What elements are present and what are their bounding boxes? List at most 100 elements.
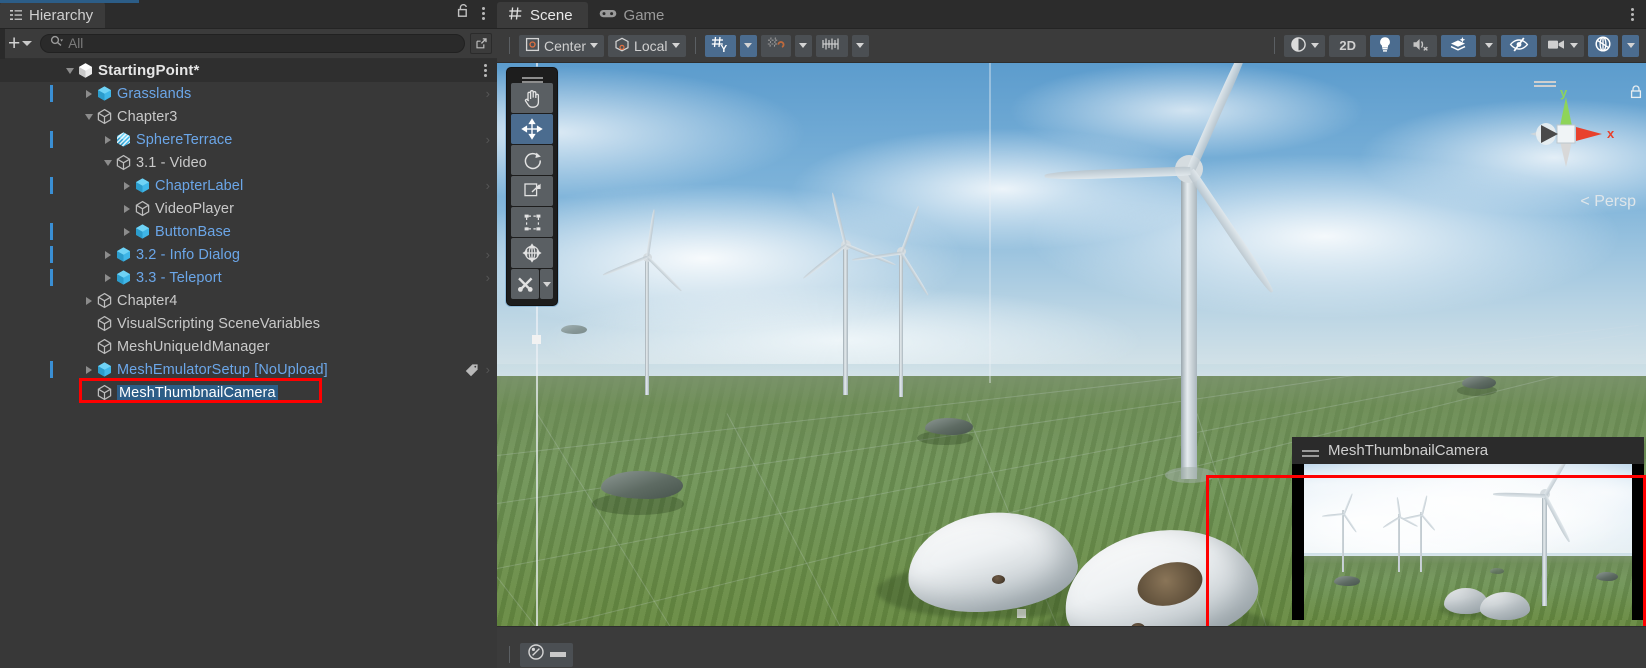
scene-tool-button[interactable] <box>520 642 573 667</box>
hierarchy-row-label: MeshEmulatorSetup [NoUpload] <box>117 361 328 378</box>
drag-grip-icon[interactable] <box>511 72 553 83</box>
preview-turbine-main <box>1492 464 1590 608</box>
shading-mode-button[interactable] <box>1284 34 1326 57</box>
prefab-indicator-bar <box>50 131 53 148</box>
camera-preview-title: MeshThumbnailCamera <box>1328 442 1489 459</box>
hierarchy-row[interactable]: MeshEmulatorSetup [NoUpload] › <box>0 358 497 381</box>
scene-gizmos-button[interactable] <box>1588 34 1618 57</box>
tag-icon[interactable] <box>465 363 479 377</box>
hierarchy-row-label: 3.3 - Teleport <box>136 269 222 286</box>
custom-tools[interactable] <box>511 269 540 299</box>
twisty-toggle[interactable] <box>81 105 96 128</box>
rotation-mode-button[interactable]: Local <box>608 34 686 57</box>
twisty-toggle[interactable] <box>119 197 134 220</box>
rotate-tool[interactable] <box>511 145 553 175</box>
twisty-toggle[interactable] <box>81 289 96 312</box>
tab-game[interactable]: Game <box>588 2 680 28</box>
twisty-toggle[interactable] <box>119 174 134 197</box>
twisty-toggle[interactable] <box>62 59 77 82</box>
transform-tool[interactable] <box>511 238 553 268</box>
hierarchy-row[interactable]: 3.2 - Info Dialog › <box>0 243 497 266</box>
hierarchy-row[interactable]: MeshUniqueIdManager <box>0 335 497 358</box>
hierarchy-row[interactable]: 3.3 - Teleport › <box>0 266 497 289</box>
twisty-toggle[interactable] <box>81 82 96 105</box>
hierarchy-row[interactable]: Chapter4 <box>0 289 497 312</box>
twisty-toggle[interactable] <box>81 358 96 381</box>
kebab-menu-icon[interactable] <box>481 62 490 79</box>
hierarchy-row[interactable]: Grasslands › <box>0 82 497 105</box>
chevron-right-icon[interactable]: › <box>486 248 490 261</box>
hierarchy-row-actions: › <box>486 248 497 261</box>
twisty-toggle[interactable] <box>119 220 134 243</box>
twisty-toggle[interactable] <box>100 128 115 151</box>
grid-axis-dropdown[interactable] <box>739 34 757 57</box>
snap-increment-button[interactable] <box>815 34 848 57</box>
grid-snap-dropdown[interactable] <box>794 34 812 57</box>
scene-audio-toggle[interactable] <box>1404 34 1437 57</box>
drag-grip-icon[interactable] <box>1302 449 1319 452</box>
toolbar-divider <box>1274 37 1276 54</box>
scene-viewport[interactable]: y x < Persp MeshThumbnailCamera <box>497 63 1646 626</box>
view-2d-toggle[interactable]: 2D <box>1329 34 1366 57</box>
scene-fx-dropdown[interactable] <box>1480 34 1497 57</box>
gizmo-handle-left[interactable] <box>532 335 541 344</box>
twisty-toggle[interactable] <box>100 151 115 174</box>
grid-snap-button[interactable] <box>760 34 791 57</box>
camera-preview-image <box>1304 464 1632 620</box>
lock-open-icon[interactable] <box>457 3 470 23</box>
hierarchy-row[interactable]: SphereTerrace › <box>0 128 497 151</box>
custom-tools-dropdown[interactable] <box>540 269 553 299</box>
preview-rock-2 <box>1596 572 1618 581</box>
hierarchy-row[interactable]: 3.1 - Video <box>0 151 497 174</box>
chevron-right-icon[interactable]: › <box>486 87 490 100</box>
scene-tool-dropdown[interactable] <box>550 652 566 657</box>
scene-lighting-toggle[interactable] <box>1370 34 1400 57</box>
rock-2 <box>925 418 973 435</box>
chevron-right-icon[interactable]: › <box>486 271 490 284</box>
scene-orientation-gizmo[interactable]: y x <box>1510 75 1622 187</box>
chevron-right-icon[interactable]: › <box>486 133 490 146</box>
chevron-right-icon[interactable]: › <box>486 363 490 376</box>
twisty-toggle[interactable] <box>100 243 115 266</box>
pivot-mode-button[interactable]: Center <box>519 34 605 57</box>
hierarchy-tree[interactable]: StartingPoint* Grasslands › Chapter3 SphereT… <box>0 59 497 668</box>
tab-hierarchy[interactable]: Hierarchy <box>0 2 106 28</box>
chevron-right-icon[interactable]: › <box>486 179 490 192</box>
move-tool[interactable] <box>511 114 553 144</box>
snap-increment-icon <box>821 37 842 54</box>
kebab-menu-icon[interactable] <box>479 5 488 22</box>
hierarchy-row-actions: › <box>486 179 497 192</box>
wind-turbine-far-3 <box>851 205 951 397</box>
search-input[interactable] <box>68 36 455 51</box>
twisty-spacer <box>81 312 96 335</box>
pivot-mode-label: Center <box>544 37 587 54</box>
tab-scene[interactable]: Scene <box>497 2 588 28</box>
hierarchy-row[interactable]: VideoPlayer <box>0 197 497 220</box>
snap-increment-dropdown[interactable] <box>851 34 869 57</box>
hierarchy-row[interactable]: Chapter3 <box>0 105 497 128</box>
hierarchy-row[interactable]: VisualScripting SceneVariables <box>0 312 497 335</box>
hierarchy-row[interactable]: StartingPoint* <box>0 59 497 82</box>
twisty-toggle[interactable] <box>100 266 115 289</box>
add-gameobject-button[interactable]: + <box>5 33 35 54</box>
hierarchy-row[interactable]: ButtonBase <box>0 220 497 243</box>
rock-1 <box>601 471 683 499</box>
chevron-down-icon <box>671 43 680 48</box>
kebab-menu-icon[interactable] <box>1628 6 1637 23</box>
hand-tool[interactable] <box>511 83 553 113</box>
scene-gizmos-dropdown[interactable] <box>1622 34 1639 57</box>
grid-axis-button[interactable]: Y <box>704 34 736 57</box>
hierarchy-row[interactable]: ChapterLabel › <box>0 174 497 197</box>
gizmo-lock-icon[interactable] <box>1630 85 1642 104</box>
svg-text:Y: Y <box>720 44 727 53</box>
open-in-new-button[interactable] <box>470 33 492 54</box>
scene-camera-button[interactable] <box>1541 34 1584 57</box>
scene-visibility-toggle[interactable] <box>1501 34 1537 57</box>
hierarchy-row-actions: › <box>486 87 497 100</box>
scale-tool[interactable] <box>511 176 553 206</box>
scene-fx-toggle[interactable] <box>1441 34 1476 57</box>
rect-tool[interactable] <box>511 207 553 237</box>
perspective-label[interactable]: < Persp <box>1580 193 1636 211</box>
search-field[interactable] <box>40 34 465 53</box>
hierarchy-row[interactable]: MeshThumbnailCamera <box>0 381 497 404</box>
